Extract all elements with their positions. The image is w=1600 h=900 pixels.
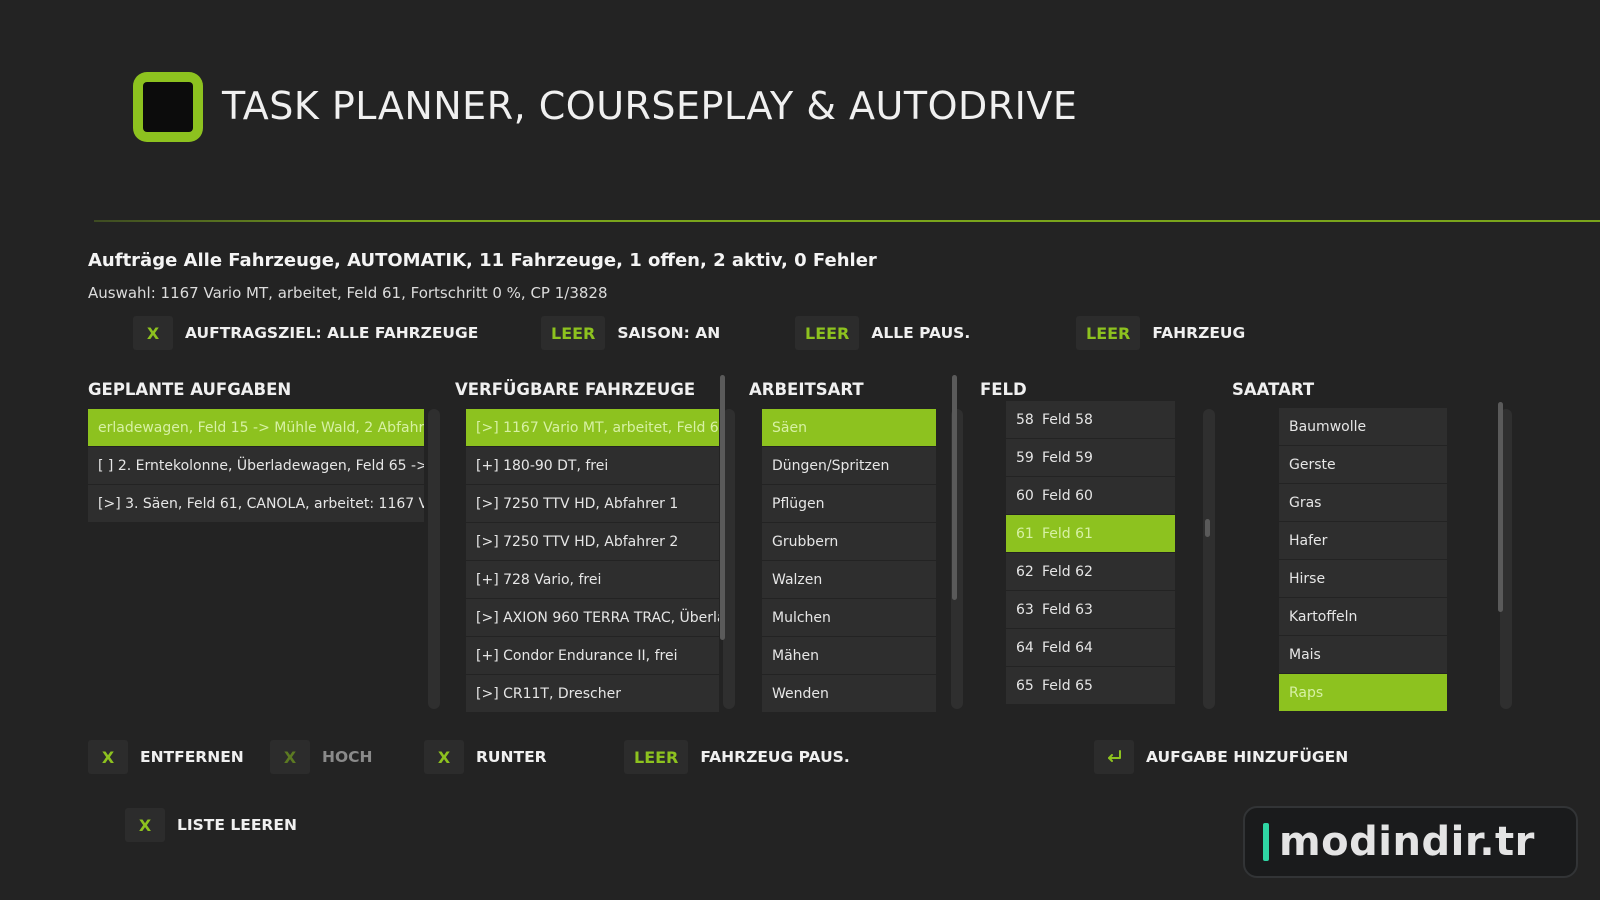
list-item[interactable]: 64 Feld 64	[1006, 629, 1175, 666]
list-item[interactable]: 59 Feld 59	[1006, 439, 1175, 476]
heading-field: FELD	[980, 380, 1027, 399]
orders-summary: Aufträge Alle Fahrzeuge, AUTOMATIK, 11 F…	[88, 250, 877, 271]
key-space: LEER	[624, 740, 689, 774]
key-space: LEER	[795, 316, 860, 350]
hint-season[interactable]: LEER SAISON: AN	[541, 316, 720, 350]
header-divider	[94, 220, 1600, 222]
list-item[interactable]: Gras	[1279, 484, 1447, 521]
list-item[interactable]: 62 Feld 62	[1006, 553, 1175, 590]
seed-scroll-thumb[interactable]	[1498, 402, 1503, 612]
key-x: X	[88, 740, 128, 774]
watermark-bar	[1263, 823, 1269, 861]
list-item[interactable]: [>] 7250 TTV HD, Abfahrer 1	[466, 485, 719, 522]
hint-remove[interactable]: X ENTFERNEN	[88, 740, 244, 774]
key-x: X	[125, 808, 165, 842]
hint-label: LISTE LEEREN	[177, 816, 297, 834]
work-type-list: Säen Düngen/Spritzen Pflügen Grubbern Wa…	[762, 409, 936, 712]
field-list: 58 Feld 58 59 Feld 59 60 Feld 60 61 Feld 61 …	[1006, 401, 1175, 704]
hint-label: AUFTRAGSZIEL: ALLE FAHRZEUGE	[185, 324, 479, 342]
hint-label: ENTFERNEN	[140, 748, 244, 766]
selection-info: Auswahl: 1167 Vario MT, arbeitet, Feld 6…	[88, 284, 608, 302]
planned-tasks-list: erladewagen, Feld 15 -> Mühle Wald, 2 Ab…	[88, 409, 424, 522]
list-item[interactable]: Kartoffeln	[1279, 598, 1447, 635]
hint-pause-all[interactable]: LEER ALLE PAUS.	[795, 316, 970, 350]
vehicles-list: [>] 1167 Vario MT, arbeitet, Feld 61, ( …	[466, 409, 719, 712]
list-item[interactable]: erladewagen, Feld 15 -> Mühle Wald, 2 Ab…	[88, 409, 424, 446]
hint-pause-vehicle[interactable]: LEER FAHRZEUG PAUS.	[624, 740, 850, 774]
list-item[interactable]: [+] 728 Vario, frei	[466, 561, 719, 598]
list-item[interactable]: Mulchen	[762, 599, 936, 636]
list-item[interactable]: [>] 1167 Vario MT, arbeitet, Feld 61, (	[466, 409, 719, 446]
heading-planned-tasks: GEPLANTE AUFGABEN	[88, 380, 292, 399]
planned-tasks-scrollbar[interactable]	[428, 409, 440, 709]
list-item[interactable]: [+] Condor Endurance II, frei	[466, 637, 719, 674]
page-title: TASK PLANNER, COURSEPLAY & AUTODRIVE	[222, 84, 1078, 128]
list-item[interactable]: 58 Feld 58	[1006, 401, 1175, 438]
key-x: X	[270, 740, 310, 774]
list-item[interactable]: Raps	[1279, 674, 1447, 711]
list-item[interactable]: [+] 180-90 DT, frei	[466, 447, 719, 484]
list-item[interactable]: [>] CR11T, Drescher	[466, 675, 719, 712]
watermark-text: modindir.tr	[1279, 819, 1535, 865]
key-x: X	[133, 316, 173, 350]
hint-clear-list[interactable]: X LISTE LEEREN	[125, 808, 297, 842]
hint-label: RUNTER	[476, 748, 547, 766]
key-x: X	[424, 740, 464, 774]
list-item[interactable]: [>] 3. Säen, Feld 61, CANOLA, arbeitet: …	[88, 485, 424, 522]
key-space: LEER	[541, 316, 606, 350]
enter-icon	[1094, 740, 1134, 774]
hint-label: ALLE PAUS.	[871, 324, 971, 342]
field-scrollbar[interactable]	[1203, 409, 1215, 709]
hint-label: FAHRZEUG	[1152, 324, 1246, 342]
list-item[interactable]: Düngen/Spritzen	[762, 447, 936, 484]
hint-order-target[interactable]: X AUFTRAGSZIEL: ALLE FAHRZEUGE	[133, 316, 478, 350]
list-item[interactable]: Gerste	[1279, 446, 1447, 483]
list-item[interactable]: 63 Feld 63	[1006, 591, 1175, 628]
heading-seed-type: SAATART	[1232, 380, 1315, 399]
list-item[interactable]: 65 Feld 65	[1006, 667, 1175, 704]
app-logo	[133, 72, 203, 142]
hint-label: SAISON: AN	[617, 324, 721, 342]
hint-vehicle[interactable]: LEER FAHRZEUG	[1076, 316, 1245, 350]
hint-label: AUFGABE HINZUFÜGEN	[1146, 748, 1349, 766]
list-item[interactable]: 61 Feld 61	[1006, 515, 1175, 552]
list-item[interactable]: Hafer	[1279, 522, 1447, 559]
list-item[interactable]: Baumwolle	[1279, 408, 1447, 445]
list-item[interactable]: Wenden	[762, 675, 936, 712]
list-item[interactable]: Säen	[762, 409, 936, 446]
work-type-scroll-thumb[interactable]	[952, 375, 957, 600]
hint-label: FAHRZEUG PAUS.	[700, 748, 850, 766]
field-scroll-thumb[interactable]	[1205, 519, 1210, 537]
list-item[interactable]: Walzen	[762, 561, 936, 598]
list-item[interactable]: Pflügen	[762, 485, 936, 522]
vehicles-scroll-thumb[interactable]	[720, 375, 725, 640]
list-item[interactable]: 60 Feld 60	[1006, 477, 1175, 514]
list-item[interactable]: Mähen	[762, 637, 936, 674]
list-item[interactable]: Mais	[1279, 636, 1447, 673]
seed-list: Baumwolle Gerste Gras Hafer Hirse Kartof…	[1279, 408, 1447, 711]
hint-add-task[interactable]: AUFGABE HINZUFÜGEN	[1094, 740, 1348, 774]
list-item[interactable]: Grubbern	[762, 523, 936, 560]
watermark: modindir.tr	[1243, 806, 1578, 878]
hint-down[interactable]: X RUNTER	[424, 740, 547, 774]
list-item[interactable]: [>] AXION 960 TERRA TRAC, Überla...	[466, 599, 719, 636]
list-item[interactable]: [>] 7250 TTV HD, Abfahrer 2	[466, 523, 719, 560]
hint-label: HOCH	[322, 748, 373, 766]
hint-up[interactable]: X HOCH	[270, 740, 373, 774]
key-space: LEER	[1076, 316, 1141, 350]
heading-available-vehicles: VERFÜGBARE FAHRZEUGE	[455, 380, 696, 399]
list-item[interactable]: Hirse	[1279, 560, 1447, 597]
list-item[interactable]: [ ] 2. Erntekolonne, Überladewagen, Feld…	[88, 447, 424, 484]
heading-work-type: ARBEITSART	[749, 380, 864, 399]
